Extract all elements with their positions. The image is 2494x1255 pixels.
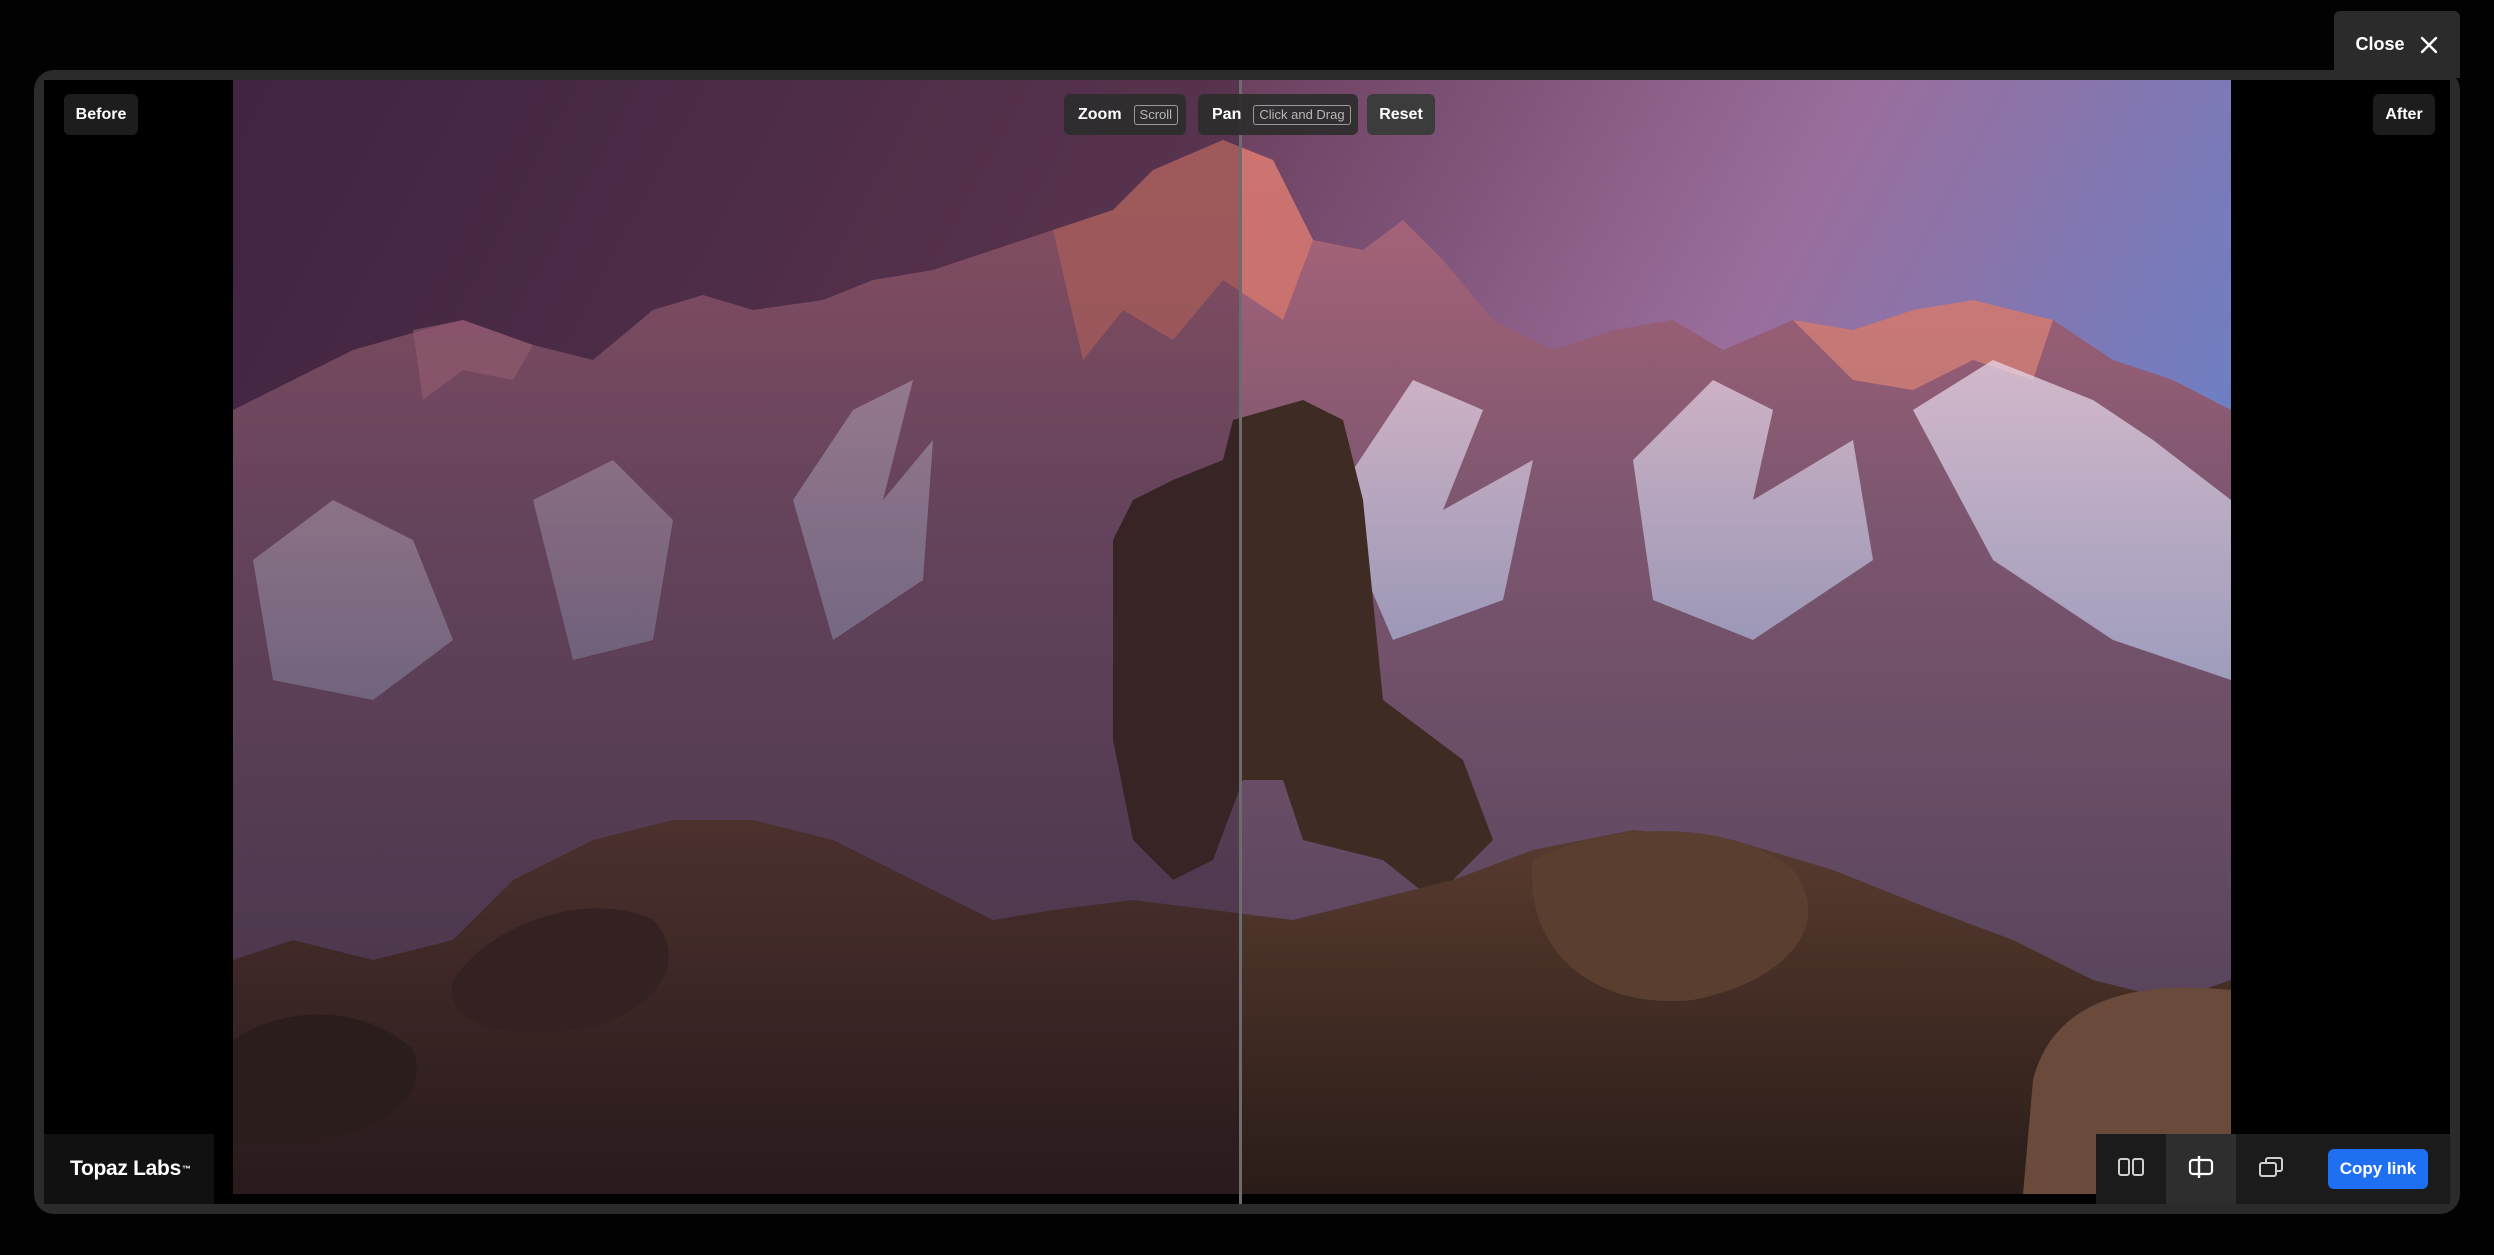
close-button[interactable]: Close (2334, 11, 2460, 78)
before-label: Before (64, 94, 138, 135)
close-icon (2419, 35, 2439, 55)
split-slider-view-button[interactable] (2166, 1134, 2236, 1204)
overlay-view-icon (2257, 1155, 2285, 1184)
before-image-overlay (233, 80, 1241, 1194)
view-mode-toolbar: Copy link (2096, 1134, 2450, 1204)
pan-hint: Pan Click and Drag (1198, 94, 1358, 135)
zoom-hint-key: Scroll (1133, 104, 1179, 125)
side-by-side-view-button[interactable] (2096, 1134, 2166, 1204)
split-slider-view-icon (2187, 1154, 2215, 1185)
pan-hint-key: Click and Drag (1253, 104, 1351, 125)
after-label: After (2373, 94, 2435, 135)
comparison-image[interactable] (233, 80, 2231, 1194)
brand-logo: Topaz Labs ™ (44, 1134, 214, 1204)
brand-trademark: ™ (181, 1164, 191, 1174)
copy-link-container: Copy link (2306, 1134, 2450, 1204)
pan-hint-label: Pan (1212, 105, 1242, 123)
comparison-slider-handle[interactable] (1239, 80, 1242, 1204)
side-by-side-view-icon (2117, 1156, 2145, 1183)
overlay-view-button[interactable] (2236, 1134, 2306, 1204)
comparison-stage[interactable]: Before After Zoom Scroll Pan Click and D… (44, 80, 2450, 1204)
reset-button[interactable]: Reset (1367, 94, 1435, 135)
zoom-hint: Zoom Scroll (1064, 94, 1186, 135)
zoom-hint-label: Zoom (1078, 105, 1122, 123)
close-label: Close (2355, 34, 2405, 54)
brand-name: Topaz Labs (70, 1157, 181, 1180)
copy-link-button[interactable]: Copy link (2328, 1149, 2428, 1189)
